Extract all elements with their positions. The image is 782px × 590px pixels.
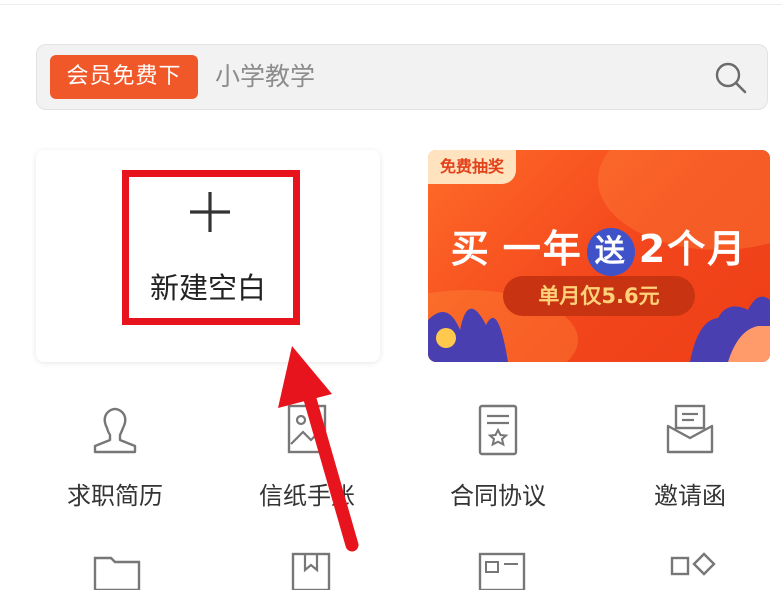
annotation-arrow — [278, 346, 359, 552]
contract-document-icon — [478, 404, 518, 456]
tool-label: 邀请函 — [654, 482, 726, 510]
promo-buy: 买 — [450, 227, 491, 271]
promo-banner[interactable]: 免费抽奖 买一年送 2个月 单月仅5.6元 — [428, 150, 770, 362]
promo-months: 2个月 — [638, 227, 748, 271]
promo-year: 一年 — [502, 227, 583, 271]
promo-headline: 买一年送 2个月 — [428, 218, 770, 276]
tool-label: 求职简历 — [67, 482, 163, 510]
free-lottery-tag: 免费抽奖 — [428, 150, 516, 184]
top-divider — [0, 4, 782, 5]
new-blank-label: 新建空白 — [149, 271, 266, 305]
promo-price-pill: 单月仅5.6元 — [503, 276, 695, 316]
more-apps-icon[interactable] — [664, 550, 720, 590]
plus-icon — [190, 192, 230, 232]
tool-invitation[interactable]: 邀请函 — [600, 402, 780, 511]
invitation-envelope-icon — [666, 404, 714, 454]
tool-resume[interactable]: 求职简历 — [25, 402, 205, 511]
newspaper-icon[interactable] — [474, 550, 530, 590]
tool-label: 合同协议 — [450, 482, 546, 510]
promo-gift-badge: 送 — [586, 227, 635, 276]
search-icon[interactable] — [713, 60, 749, 96]
search-bar[interactable]: 会员免费下 小学教学 — [36, 44, 768, 110]
folder-icon[interactable] — [89, 550, 145, 590]
new-blank-card[interactable]: 新建空白 — [36, 150, 380, 362]
tool-contract[interactable]: 合同协议 — [408, 402, 588, 511]
member-free-download-chip[interactable]: 会员免费下 — [50, 55, 198, 99]
resume-person-icon — [93, 407, 137, 454]
search-input[interactable]: 小学教学 — [215, 59, 315, 95]
